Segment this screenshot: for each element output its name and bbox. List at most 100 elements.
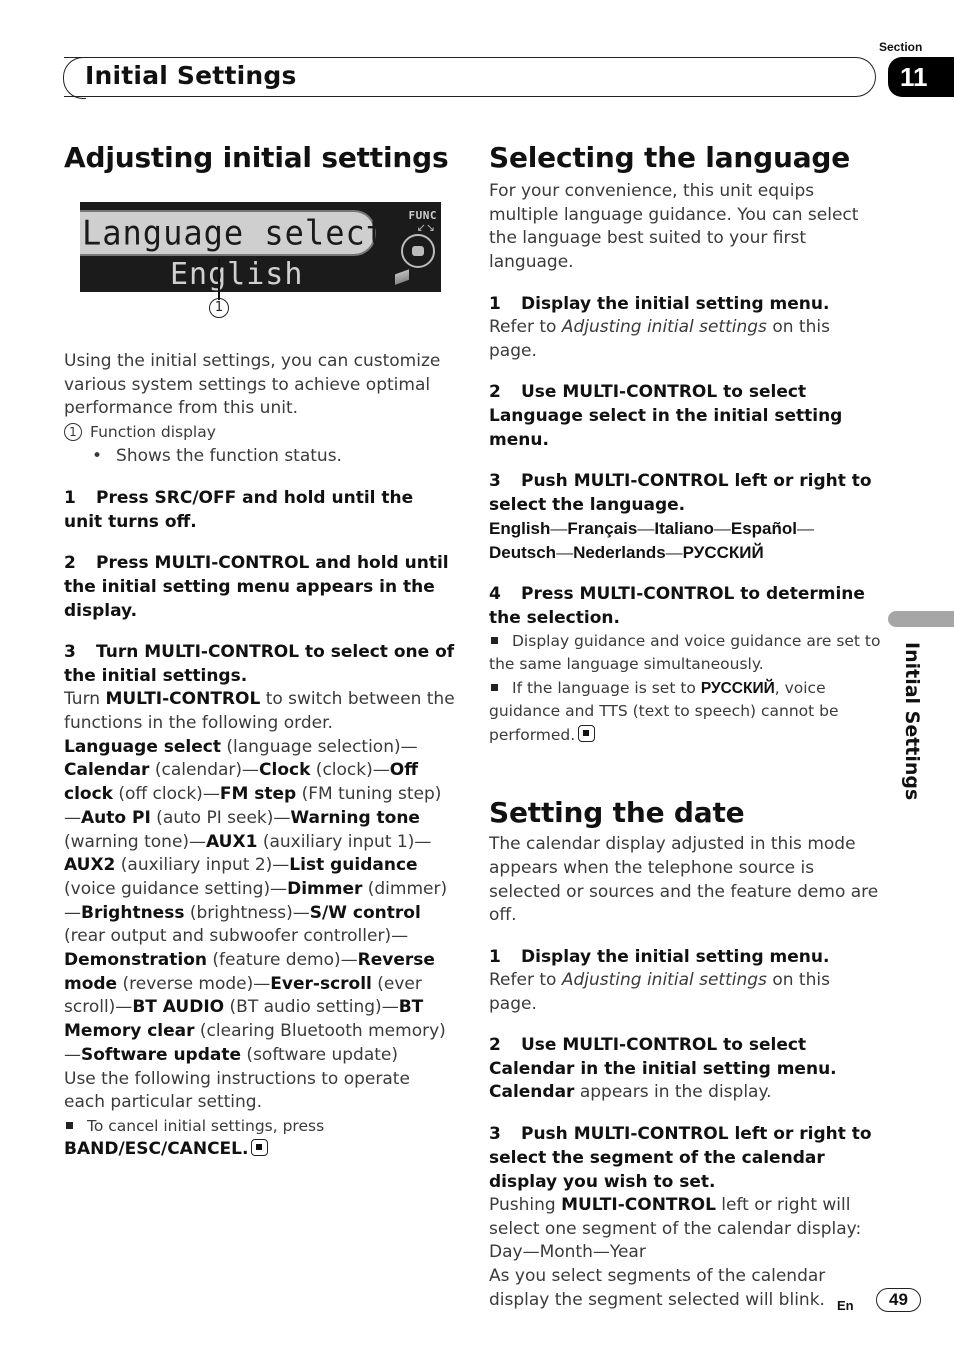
chapter-title: Initial Settings: [85, 61, 297, 90]
step-number: 3: [64, 642, 76, 663]
date-step-1: 1 Display the initial setting menu.: [489, 945, 881, 969]
step-text: Press MULTI-CONTROL to determine the sel…: [489, 583, 865, 628]
page-number: 49: [876, 1288, 921, 1312]
date-step-1-body: Refer to Adjusting initial settings on t…: [489, 969, 881, 1016]
bullet-icon: •: [92, 445, 103, 466]
end-of-section-icon: [251, 1139, 269, 1157]
step-text: Turn MULTI-CONTROL to select one of the …: [64, 642, 455, 687]
language-list: English—Français—Italiano—Español—Deutsc…: [489, 517, 881, 564]
note-text: If the language is set to: [512, 678, 701, 697]
note-text: To cancel initial settings, press: [87, 1116, 325, 1135]
step-number: 2: [64, 553, 76, 574]
step-3-body: Turn MULTI-CONTROL to switch between the…: [64, 688, 456, 735]
body-text: Pushing: [489, 1195, 562, 1216]
step-3: 3 Turn MULTI-CONTROL to select one of the…: [64, 640, 456, 688]
cross-reference[interactable]: Adjusting initial settings: [562, 317, 767, 337]
lang-step-2: 2 Use MULTI-CONTROL to select Language se…: [489, 380, 881, 452]
setting-desc: (off clock)—: [112, 784, 220, 805]
end-of-section-icon: [578, 724, 596, 742]
language-option: Español: [730, 519, 797, 539]
setting-desc: (calendar)—: [149, 760, 260, 781]
setting-desc: (BT audio setting)—: [224, 997, 399, 1018]
side-chapter-label: Initial Settings: [901, 642, 923, 801]
step-number: 1: [489, 946, 501, 967]
date-step-2-body: Calendar appears in the display.: [489, 1081, 881, 1105]
language-option: Italiano: [654, 519, 714, 539]
heading-setting-date: Setting the date: [489, 796, 745, 830]
note-period: .: [242, 1139, 249, 1160]
date-step-3-body: Pushing MULTI-CONTROL left or right will…: [489, 1194, 881, 1241]
setting-name: Calendar: [64, 760, 150, 781]
setting-desc: (reverse mode)—: [117, 973, 271, 994]
setting-desc: (voice guidance setting)—: [64, 878, 288, 899]
step-number: 1: [64, 488, 76, 509]
setting-desc: (warning tone)—: [64, 831, 207, 852]
setting-name: S/W control: [309, 902, 421, 923]
setting-desc: (software update): [241, 1044, 399, 1065]
setting-desc: (auxiliary input 1)—: [257, 831, 432, 852]
step-text: Press MULTI-CONTROL and hold until the i…: [64, 553, 449, 622]
date-blink-note: As you select segments of the calendar d…: [489, 1266, 826, 1310]
lang-step-1-body: Refer to Adjusting initial settings on t…: [489, 316, 881, 363]
step-1: 1 Press SRC/OFF and hold until the unit t…: [64, 486, 456, 534]
note-text: Display guidance and voice guidance are …: [489, 631, 881, 674]
setting-name: Brightness: [81, 902, 185, 923]
step-text: Use MULTI-CONTROL to select Language sel…: [489, 382, 843, 451]
section-number-badge: 11: [888, 57, 954, 97]
note-square-icon: [491, 636, 498, 644]
side-thumb-tab: [888, 611, 954, 627]
cancel-note-key: BAND/ESC/CANCEL.: [64, 1138, 456, 1162]
heading-selecting-language: Selecting the language: [489, 141, 851, 174]
setting-name: AUX2: [64, 855, 116, 876]
lcd-display: Language select English FUNC ↙↘: [80, 202, 441, 292]
note-bold: РУССКИЙ: [700, 679, 775, 697]
body-text: Refer to: [489, 316, 562, 337]
lang-note-1: Display guidance and voice guidance are …: [489, 630, 881, 677]
setting-name: AUX1: [206, 831, 258, 852]
lcd-function-text: Language select: [82, 213, 386, 253]
step-number: 4: [489, 583, 501, 604]
step-number: 2: [489, 382, 501, 403]
pointing-hand-icon: [395, 260, 409, 290]
outro-paragraph: Use the following instructions to operat…: [64, 1068, 410, 1113]
cross-reference[interactable]: Adjusting initial settings: [562, 970, 767, 990]
callout-bullet: • Shows the function status.: [64, 445, 456, 469]
setting-desc: (rear output and subwoofer controller)—: [64, 926, 409, 947]
date-intro: The calendar display adjusted in this mo…: [489, 834, 879, 926]
left-column: Adjusting initial settings Language sele…: [64, 140, 456, 1162]
setting-name: Demonstration: [64, 950, 207, 971]
setting-desc: (auxiliary input 2)—: [115, 855, 290, 876]
language-option: Nederlands: [573, 542, 666, 562]
setting-name: Clock: [259, 760, 311, 781]
date-step-2: 2 Use MULTI-CONTROL to select Calendar in…: [489, 1033, 881, 1081]
note-square-icon: [491, 683, 498, 691]
step-text: Display the initial setting menu.: [521, 946, 830, 967]
footer-language: En: [837, 1298, 854, 1313]
step-text: Push MULTI-CONTROL left or right to sele…: [489, 1124, 872, 1193]
lang-step-3: 3 Push MULTI-CONTROL left or right to sel…: [489, 469, 881, 517]
language-intro: For your convenience, this unit equips m…: [489, 181, 859, 273]
setting-name: FM step: [219, 784, 297, 805]
setting-name: Warning tone: [290, 807, 420, 828]
step-number: 1: [489, 293, 501, 314]
setting-desc: (language selection)—: [220, 736, 418, 757]
setting-desc: (feature demo)—: [206, 950, 358, 971]
callout-legend-label: Function display: [90, 423, 216, 442]
setting-name: Language select: [64, 736, 221, 757]
callout-number: 1: [209, 298, 229, 318]
callout-leader-line: [218, 258, 220, 300]
setting-name: Auto PI: [81, 807, 151, 828]
body-text: Refer to: [489, 969, 562, 990]
section-label: Section: [879, 40, 923, 54]
setting-name: Dimmer: [287, 878, 363, 899]
step-text: Press SRC/OFF and hold until the unit tu…: [64, 488, 414, 533]
body-bold: MULTI-CONTROL: [561, 1195, 716, 1216]
lang-step-1: 1 Display the initial setting menu.: [489, 292, 881, 316]
callout-legend: 1 Function display: [64, 421, 456, 445]
step-text: Push MULTI-CONTROL left or right to sele…: [489, 471, 872, 516]
setting-name: List guidance: [289, 855, 418, 876]
function-display-figure: Language select English FUNC ↙↘ 1: [64, 202, 456, 342]
right-column: Selecting the language For your convenie…: [489, 140, 881, 1313]
language-option: РУССКИЙ: [682, 542, 764, 562]
settings-order-list: Language select (language selection)— Cal…: [64, 736, 456, 1068]
